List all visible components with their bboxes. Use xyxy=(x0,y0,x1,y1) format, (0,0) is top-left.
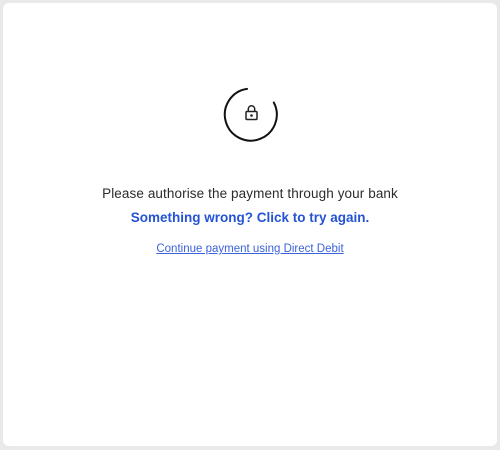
loading-spinner-icon xyxy=(223,86,280,143)
payment-authorisation-panel: Please authorise the payment through you… xyxy=(3,3,497,446)
authorise-message: Please authorise the payment through you… xyxy=(102,186,398,201)
lock-icon xyxy=(244,104,259,121)
retry-link[interactable]: Something wrong? Click to try again. xyxy=(3,210,497,225)
direct-debit-link[interactable]: Continue payment using Direct Debit xyxy=(3,243,497,255)
